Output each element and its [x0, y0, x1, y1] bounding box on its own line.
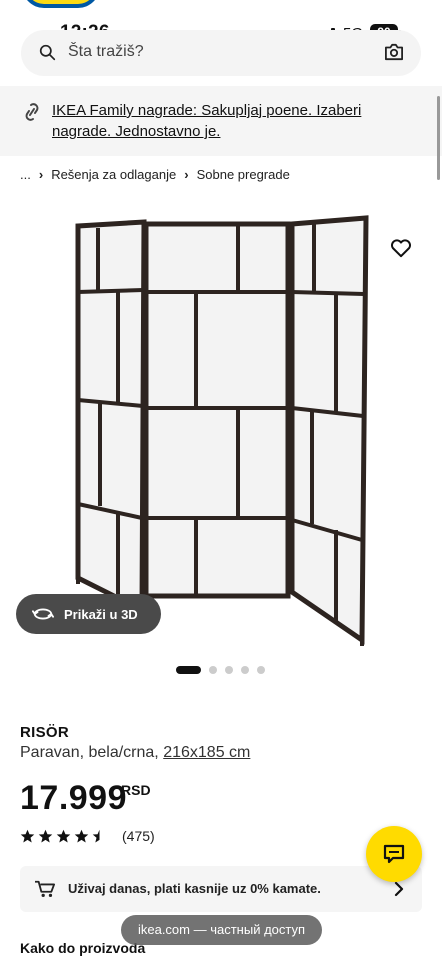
promo-link[interactable]: IKEA Family nagrade: Sakupljaj poene. Iz… — [52, 100, 422, 142]
product-description-text: Paravan, bela/crna, — [20, 744, 164, 761]
star-filled-icon — [20, 829, 35, 842]
carousel-dot-4[interactable] — [241, 666, 249, 674]
view-in-3d-label: Prikaži u 3D — [64, 606, 138, 622]
financing-offer[interactable]: Uživaj danas, plati kasnije uz 0% kamate… — [20, 866, 422, 912]
heart-icon[interactable] — [390, 238, 412, 258]
chevron-right-icon: › — [38, 167, 44, 182]
product-rating[interactable]: (475) — [20, 828, 155, 844]
browser-url-pill[interactable]: ikea.com — частный доступ — [121, 915, 322, 945]
ikea-logo-peek — [22, 0, 100, 8]
rotate-3d-icon — [32, 608, 54, 620]
product-description: Paravan, bela/crna, 216x185 cm — [20, 744, 250, 762]
search-bar[interactable]: Šta tražiš? — [21, 30, 421, 76]
scrollbar[interactable] — [437, 96, 440, 180]
product-dimensions-link[interactable]: 216x185 cm — [163, 744, 250, 761]
breadcrumb-root[interactable]: ... — [20, 167, 31, 182]
star-filled-icon — [56, 829, 71, 842]
star-filled-icon — [38, 829, 53, 842]
carousel-dot-3[interactable] — [225, 666, 233, 674]
financing-text: Uživaj danas, plati kasnije uz 0% kamate… — [68, 881, 321, 896]
breadcrumb-item-storage[interactable]: Rešenja za odlaganje — [51, 167, 176, 182]
link-icon — [25, 103, 39, 121]
chevron-right-icon — [394, 881, 404, 897]
breadcrumb-item-room-dividers[interactable]: Sobne pregrade — [197, 167, 290, 182]
product-image[interactable] — [60, 208, 380, 648]
search-input[interactable]: Šta tražiš? — [68, 43, 144, 61]
chat-button[interactable] — [366, 826, 422, 882]
promo-banner[interactable]: IKEA Family nagrade: Sakupljaj poene. Iz… — [0, 86, 442, 156]
camera-icon[interactable] — [384, 43, 404, 61]
chevron-right-icon: › — [184, 167, 189, 182]
product-price: 17.999 — [20, 779, 127, 817]
carousel-dot-2[interactable] — [209, 666, 217, 674]
star-half-icon — [92, 829, 107, 842]
chat-icon — [383, 844, 405, 864]
search-icon — [39, 44, 56, 61]
carousel-dots[interactable] — [176, 666, 265, 674]
breadcrumb: ... › Rešenja za odlaganje › Sobne pregr… — [20, 167, 290, 182]
shopping-cart-icon — [35, 880, 55, 897]
carousel-dot-1[interactable] — [176, 666, 201, 674]
rating-count[interactable]: (475) — [122, 828, 155, 844]
price-currency: RSD — [121, 782, 151, 798]
carousel-dot-5[interactable] — [257, 666, 265, 674]
star-filled-icon — [74, 829, 89, 842]
section-heading: Kako do proizvoda — [20, 940, 146, 956]
product-name: RISÖR — [20, 724, 70, 741]
view-in-3d-button[interactable]: Prikaži u 3D — [16, 594, 161, 634]
